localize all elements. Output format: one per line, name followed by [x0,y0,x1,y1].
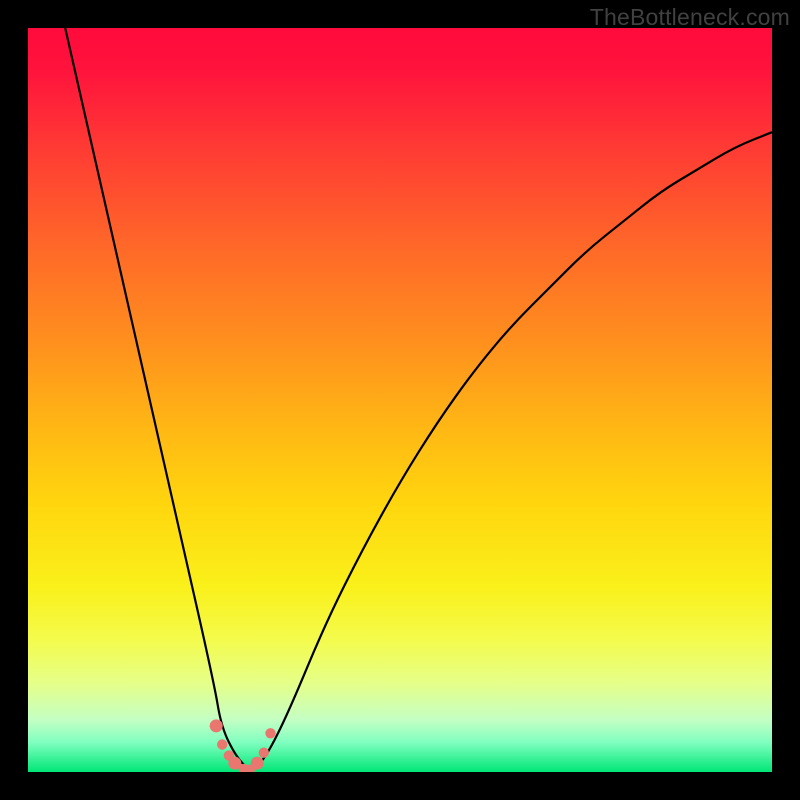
marker-dot [210,719,223,732]
marker-dot [265,728,275,738]
watermark-text: TheBottleneck.com [590,4,790,31]
highlight-markers [210,719,276,772]
chart-frame: TheBottleneck.com [0,0,800,800]
curve-line [65,28,772,768]
marker-dot [251,757,264,770]
marker-dot [259,748,269,758]
plot-area [28,28,772,772]
curve-svg [28,28,772,772]
bottleneck-curve [65,28,772,768]
marker-dot [217,739,227,749]
